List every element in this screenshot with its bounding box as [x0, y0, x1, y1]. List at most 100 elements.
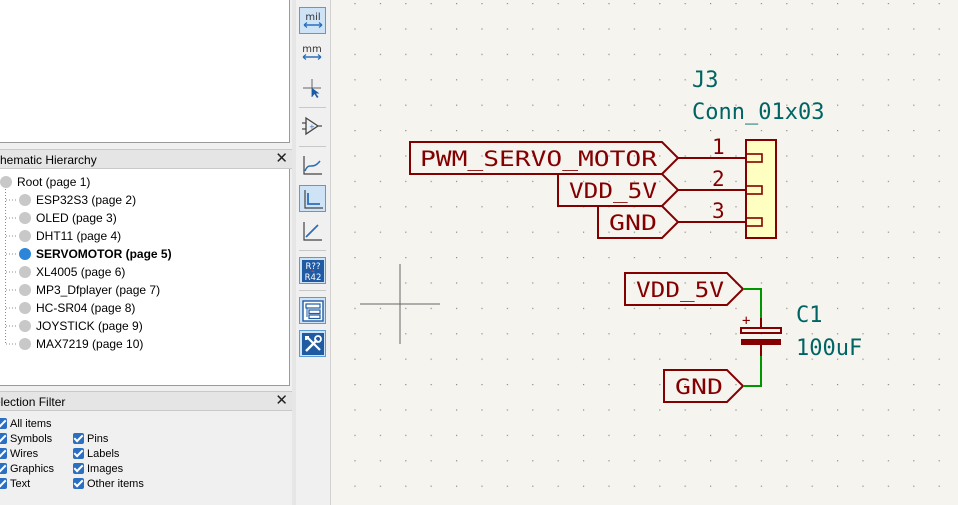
svg-text:R42: R42 — [305, 273, 322, 283]
filter-pins-checkbox[interactable]: Pins — [73, 432, 108, 447]
hidden-pins-button[interactable]: + — [299, 113, 326, 140]
tools-icon — [302, 333, 324, 355]
selection-filter-header: election Filter ✕ — [0, 391, 292, 411]
hierarchy-item-label: OLED (page 3) — [36, 211, 117, 225]
annotate-button[interactable]: R?? R42 — [299, 257, 326, 284]
filter-other-items-checkbox[interactable]: Other items — [73, 477, 144, 492]
sheet-icon — [19, 230, 31, 242]
selection-filter-title: election Filter — [0, 395, 66, 409]
checkbox-checked-icon — [73, 433, 84, 444]
pin-number-2: 2 — [712, 167, 725, 191]
filter-label: Images — [87, 463, 124, 475]
line-45-degree-button[interactable] — [299, 218, 326, 245]
sheet-icon — [19, 212, 31, 224]
selection-filter-close-icon[interactable]: ✕ — [275, 392, 288, 410]
line-90-degree-button[interactable] — [299, 185, 326, 212]
toolbar-separator — [299, 146, 326, 147]
filter-all-items-checkbox[interactable]: All items — [0, 417, 52, 432]
checkbox-checked-icon — [0, 418, 7, 429]
current-sheet-icon — [19, 248, 31, 260]
filter-label: Text — [10, 478, 31, 490]
hierarchy-item-mp3-dfplayer[interactable]: MP3_Dfplayer (page 7) — [19, 281, 160, 299]
hierarchy-item-label: MP3_Dfplayer (page 7) — [36, 283, 161, 297]
svg-text:mm: mm — [302, 44, 321, 55]
filter-symbols-checkbox[interactable]: Symbols — [0, 432, 52, 447]
sheet-icon — [19, 338, 31, 350]
checkbox-checked-icon — [0, 463, 7, 474]
pin-number-3: 3 — [712, 199, 725, 223]
hierarchy-item-max7219[interactable]: MAX7219 (page 10) — [19, 335, 143, 353]
checkbox-checked-icon — [73, 448, 84, 459]
sheet-icon — [0, 176, 12, 188]
filter-label: Wires — [10, 448, 39, 460]
filter-images-checkbox[interactable]: Images — [73, 462, 123, 477]
hierarchy-panel-header: chematic Hierarchy ✕ — [0, 149, 292, 169]
line-any-angle-button[interactable] — [299, 152, 326, 179]
global-label-pwm-servo-motor[interactable]: PWM_SERVO_MOTOR — [409, 141, 680, 175]
left-toolbar: mil mm + R?? R42 — [296, 0, 331, 505]
cursor-icon — [303, 79, 321, 98]
label-text: GND — [609, 211, 657, 235]
hierarchy-item-esp32s3[interactable]: ESP32S3 (page 2) — [19, 191, 136, 209]
cursor-fullscreen-button[interactable] — [299, 75, 326, 102]
selection-filter-body: All items Symbols Wires Graphics Text Pi… — [0, 411, 292, 505]
toolbar-separator — [299, 107, 326, 108]
hierarchy-tree: Root (page 1) ESP32S3 (page 2) OLED (pag… — [0, 169, 290, 386]
hierarchy-item-oled[interactable]: OLED (page 3) — [19, 209, 117, 227]
filter-graphics-checkbox[interactable]: Graphics — [0, 462, 54, 477]
hierarchy-panel-title: chematic Hierarchy — [0, 153, 97, 167]
hierarchy-item-label: SERVOMOTOR (page 5) — [36, 247, 172, 261]
hierarchy-item-label: ESP32S3 (page 2) — [36, 193, 137, 207]
annotate-icon: R?? R42 — [302, 260, 324, 283]
toolbar-separator — [299, 290, 326, 291]
hierarchy-navigator-button[interactable] — [299, 297, 326, 324]
mil-units-icon: mil — [303, 12, 323, 28]
sheet-icon — [19, 320, 31, 332]
svg-text:+: + — [309, 123, 315, 131]
filter-label: Graphics — [10, 463, 55, 475]
polarity-plus: + — [742, 313, 750, 329]
schematic-svg: J3 Conn_01x03 1 2 3 PWM_SERVO_MOTOR VDD_… — [331, 0, 958, 505]
properties-tools-button[interactable] — [299, 330, 326, 357]
free-angle-line-icon — [303, 156, 322, 175]
sheet-icon — [19, 194, 31, 206]
filter-label: Symbols — [10, 433, 53, 445]
hierarchy-item-label: DHT11 (page 4) — [36, 229, 122, 243]
hierarchy-icon — [302, 300, 324, 322]
sheet-icon — [19, 302, 31, 314]
label-text: VDD_5V — [636, 278, 724, 302]
filter-text-checkbox[interactable]: Text — [0, 477, 30, 492]
units-mm-button[interactable]: mm — [299, 40, 326, 67]
checkbox-checked-icon — [0, 448, 7, 459]
hierarchy-item-joystick[interactable]: JOYSTICK (page 9) — [19, 317, 143, 335]
filter-labels-checkbox[interactable]: Labels — [73, 447, 119, 462]
hierarchy-close-icon[interactable]: ✕ — [275, 150, 288, 168]
label-text: GND — [675, 375, 723, 399]
grid-dots — [331, 0, 958, 505]
hierarchy-item-dht11[interactable]: DHT11 (page 4) — [19, 227, 121, 245]
hierarchy-item-servomotor[interactable]: SERVOMOTOR (page 5) — [19, 245, 172, 263]
filter-label: Pins — [87, 433, 109, 445]
hierarchy-item-root[interactable]: Root (page 1) — [0, 173, 90, 191]
label-text: PWM_SERVO_MOTOR — [420, 147, 657, 171]
filter-wires-checkbox[interactable]: Wires — [0, 447, 38, 462]
hierarchy-item-label: XL4005 (page 6) — [36, 265, 126, 279]
properties-panel — [0, 0, 290, 143]
connector-reference: J3 — [692, 68, 719, 93]
hierarchy-item-label: JOYSTICK (page 9) — [36, 319, 143, 333]
pin-number-1: 1 — [712, 135, 725, 159]
right-angle-line-icon — [304, 190, 323, 209]
hierarchy-item-label: HC-SR04 (page 8) — [36, 301, 136, 315]
checkbox-checked-icon — [0, 433, 7, 444]
hierarchy-item-xl4005[interactable]: XL4005 (page 6) — [19, 263, 125, 281]
toolbar-separator — [299, 250, 326, 251]
capacitor-value: 100uF — [796, 336, 862, 361]
svg-text:mil: mil — [305, 12, 320, 23]
hierarchy-item-hc-sr04[interactable]: HC-SR04 (page 8) — [19, 299, 135, 317]
schematic-canvas[interactable]: J3 Conn_01x03 1 2 3 PWM_SERVO_MOTOR VDD_… — [331, 0, 958, 505]
checkbox-checked-icon — [73, 463, 84, 474]
filter-label: All items — [10, 418, 52, 430]
filter-label: Labels — [87, 448, 120, 460]
units-mil-button[interactable]: mil — [299, 7, 326, 34]
checkbox-checked-icon — [73, 478, 84, 489]
